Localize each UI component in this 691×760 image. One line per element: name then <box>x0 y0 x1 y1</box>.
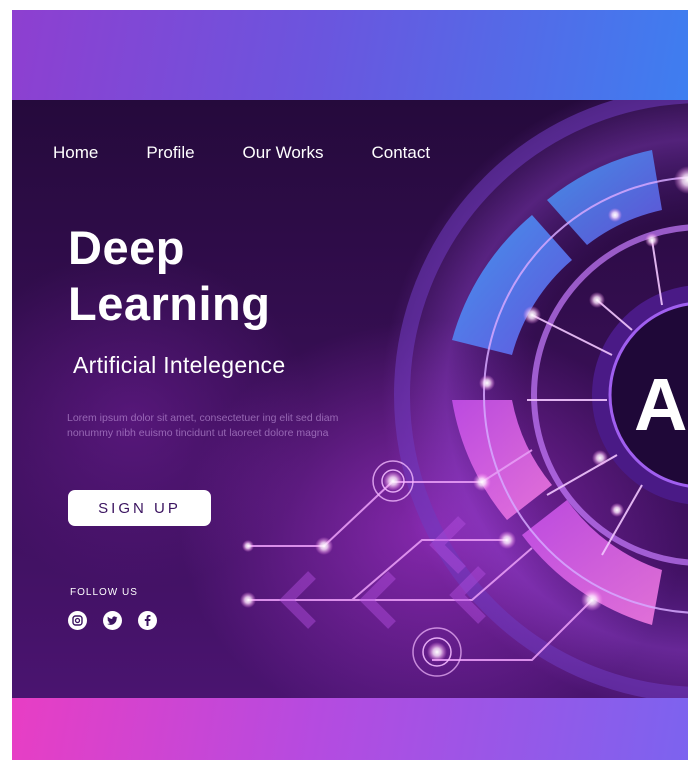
hero-title: Deep Learning <box>68 220 368 332</box>
hero-section: Home Profile Our Works Contact Deep Lear… <box>12 100 688 698</box>
follow-us-heading: FOLLOW US <box>70 587 138 598</box>
ai-circuit-illustration <box>240 100 688 698</box>
social-links <box>68 611 173 630</box>
top-gradient-band <box>12 10 688 100</box>
sign-up-button[interactable]: SIGN UP <box>68 490 211 526</box>
hero-title-line1: Deep <box>68 221 185 274</box>
instagram-icon[interactable] <box>68 611 87 630</box>
nav-home[interactable]: Home <box>53 143 98 163</box>
hero-body-text: Lorem ipsum dolor sit amet, consectetuer… <box>67 411 339 439</box>
twitter-icon[interactable] <box>103 611 122 630</box>
hero-title-line2: Learning <box>68 277 271 330</box>
nav-our-works[interactable]: Our Works <box>243 143 324 163</box>
nav-contact[interactable]: Contact <box>371 143 430 163</box>
ai-core-letter: A <box>634 363 688 446</box>
hero-subtitle: Artificial Intelegence <box>73 352 286 378</box>
nav-profile[interactable]: Profile <box>146 143 194 163</box>
main-nav: Home Profile Our Works Contact <box>53 143 430 163</box>
facebook-icon[interactable] <box>138 611 157 630</box>
bottom-gradient-band <box>12 698 688 760</box>
